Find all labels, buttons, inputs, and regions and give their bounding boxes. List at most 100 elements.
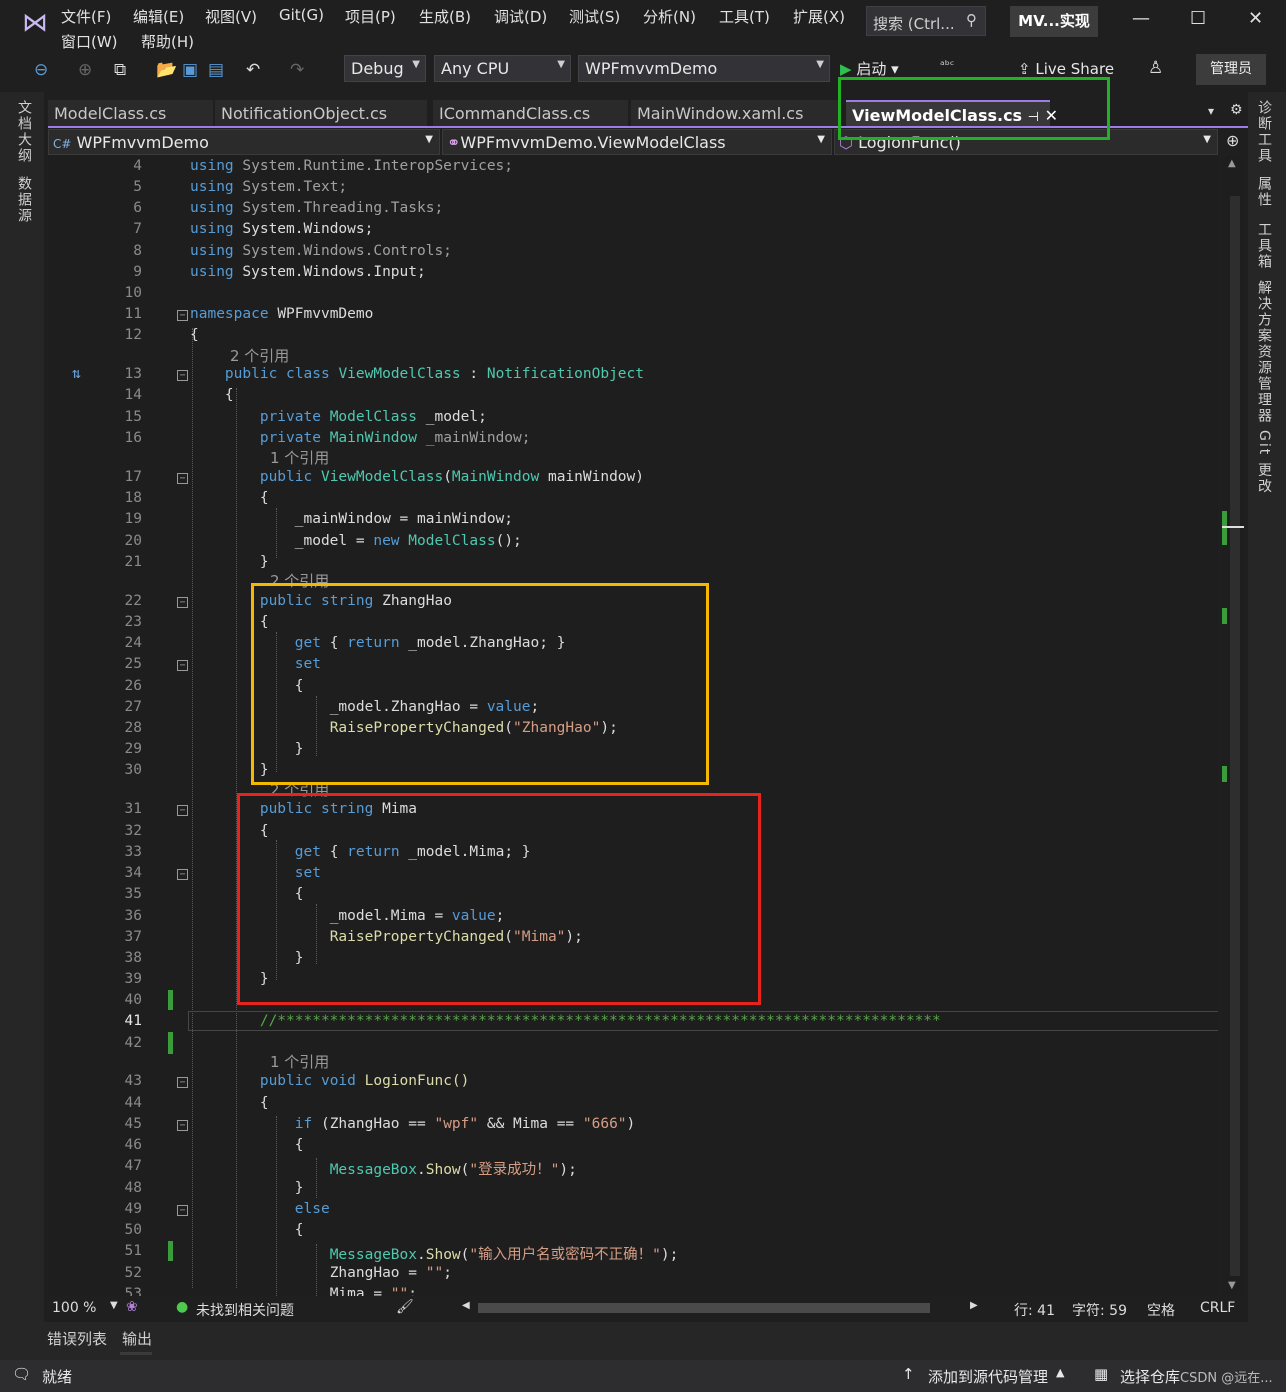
reference-count[interactable]: 2 个引用 (230, 345, 289, 366)
menu-extensions[interactable]: 扩展(X) (793, 6, 845, 27)
using-target: System.Threading.Tasks; (242, 200, 444, 216)
forward-icon[interactable]: ⊕ (78, 60, 92, 80)
issues-status[interactable]: 未找到相关问题 (196, 1300, 294, 1320)
menu-git[interactable]: Git(G) (279, 6, 324, 24)
kw-private: private (259, 430, 321, 446)
cleanup-brush-icon[interactable]: 🖌 (396, 1299, 414, 1315)
reference-count[interactable]: 1 个引用 (270, 447, 329, 468)
live-share-button[interactable]: ⇪ Live Share (1018, 60, 1114, 78)
menu-analyze[interactable]: 分析(N) (643, 6, 696, 27)
collapse-icon[interactable]: − (177, 1120, 188, 1131)
save-all-icon[interactable]: ▤ (208, 60, 224, 80)
git-changes-tab[interactable]: Git 更改 (1254, 430, 1274, 495)
line-ending-indicator[interactable]: CRLF (1200, 1300, 1235, 1316)
doc-outline-tab[interactable]: 文档大纲 (14, 100, 34, 164)
undo-icon[interactable]: ↶ (246, 60, 260, 80)
add-source-control-button[interactable]: 添加到源代码管理 (928, 1366, 1048, 1387)
collapse-icon[interactable]: − (177, 660, 188, 671)
line-indicator[interactable]: 行: 41 (1014, 1300, 1055, 1320)
select-repo-button[interactable]: 选择仓库 (1120, 1366, 1180, 1387)
menu-tools[interactable]: 工具(T) (719, 6, 770, 27)
solution-explorer-tab[interactable]: 解决方案资源管理器 (1254, 280, 1274, 424)
menu-build[interactable]: 生成(B) (419, 6, 471, 27)
collapse-icon[interactable]: − (177, 1077, 188, 1088)
properties-tab[interactable]: 属性 (1254, 176, 1274, 208)
scroll-down-icon[interactable]: ▼ (1228, 1280, 1236, 1291)
config-combo[interactable]: Debug ▼ (344, 55, 426, 82)
menu-window[interactable]: 窗口(W) (61, 31, 118, 52)
search-box[interactable]: 搜索 (Ctrl... ⚲ (866, 6, 986, 36)
menu-view[interactable]: 视图(V) (205, 6, 257, 27)
collapse-icon[interactable]: − (177, 310, 188, 321)
startup-project-combo[interactable]: WPFmvvmDemo ▼ (578, 55, 830, 82)
chevron-down-icon[interactable]: ▼ (110, 1300, 118, 1311)
horizontal-scrollbar[interactable] (478, 1303, 930, 1313)
notification-icon[interactable]: 🗨 (12, 1365, 31, 1383)
scroll-right-icon[interactable]: ▶ (970, 1300, 978, 1311)
collapse-icon[interactable]: − (177, 805, 188, 816)
scroll-left-icon[interactable]: ◀ (462, 1300, 470, 1311)
kw-public: public (259, 593, 313, 609)
method-name: LogionFunc() (364, 1073, 470, 1089)
tab-mainwindow[interactable]: MainWindow.xaml.cs (631, 100, 841, 127)
menu-debug[interactable]: 调试(D) (494, 6, 547, 27)
scroll-thumb[interactable] (1230, 196, 1240, 1276)
tab-icommandclass[interactable]: ICommandClass.cs (433, 100, 628, 127)
whitespace-indicator[interactable]: 空格 (1147, 1300, 1175, 1320)
tab-modelclass[interactable]: ModelClass.cs (48, 100, 213, 127)
feedback-icon[interactable]: ♙ (1148, 58, 1163, 78)
tab-dropdown-icon[interactable]: ▾ (1208, 104, 1214, 118)
collapse-icon[interactable]: − (177, 869, 188, 880)
close-icon[interactable]: ✕ (1248, 8, 1263, 29)
menu-help[interactable]: 帮助(H) (141, 31, 194, 52)
tab-output[interactable]: 输出 (122, 1328, 152, 1349)
editor-vertical-scrollbar[interactable]: ▲ ▼ (1222, 156, 1244, 1296)
reference-count[interactable]: 2 个引用 (270, 570, 329, 591)
save-icon[interactable]: ▣ (182, 60, 198, 80)
new-project-icon[interactable]: ⧉ (114, 60, 126, 80)
menu-edit[interactable]: 编辑(E) (133, 6, 184, 27)
kw-private: private (259, 409, 321, 425)
menu-file[interactable]: 文件(F) (61, 6, 111, 27)
platform-combo[interactable]: Any CPU ▼ (434, 55, 571, 82)
pin-icon[interactable]: ⊣ (1028, 110, 1039, 125)
tab-viewmodelclass[interactable]: ViewModelClass.cs ⊣ ✕ (846, 100, 1058, 127)
tab-notificationobject[interactable]: NotificationObject.cs (215, 100, 427, 127)
chevron-up-icon[interactable]: ▲ (1056, 1366, 1064, 1379)
minimize-icon[interactable]: — (1132, 8, 1150, 29)
back-icon[interactable]: ⊖ (34, 60, 48, 80)
nav-type-combo[interactable]: ⚭WPFmvvmDemo.ViewModelClass ▼ (442, 129, 832, 155)
collapse-icon[interactable]: − (177, 1205, 188, 1216)
reference-count[interactable]: 1 个引用 (270, 1051, 329, 1072)
menu-project[interactable]: 项目(P) (345, 6, 396, 27)
maximize-icon[interactable]: ☐ (1190, 8, 1206, 29)
settings-gear-icon[interactable]: ⚙ (1230, 102, 1243, 118)
tab-error-list[interactable]: 错误列表 (47, 1328, 107, 1349)
code-line: { (190, 490, 269, 506)
collapse-icon[interactable]: − (177, 473, 188, 484)
nav-member-combo[interactable]: ⬡ LogionFunc() ▼ (834, 129, 1218, 155)
data-sources-tab[interactable]: 数据源 (14, 176, 34, 224)
split-editor-icon[interactable]: ⊕ (1226, 131, 1239, 150)
zoom-level[interactable]: 100 % (52, 1300, 96, 1316)
diagnostics-tab[interactable]: 诊断工具 (1254, 100, 1274, 164)
toolbox-tab[interactable]: 工具箱 (1254, 222, 1274, 270)
code-line: { (190, 1137, 304, 1153)
code-editor[interactable]: ⇅ 4 5 6 7 8 9 10 11 12 13 14 15 16 17 18… (48, 156, 1218, 1296)
close-tab-icon[interactable]: ✕ (1045, 106, 1058, 125)
start-button[interactable]: ▶ 启动 ▾ (840, 58, 899, 79)
char-indicator[interactable]: 字符: 59 (1072, 1300, 1127, 1320)
open-folder-icon[interactable]: 📂 (156, 60, 177, 80)
line-number: 44 (124, 1095, 142, 1111)
menu-test[interactable]: 测试(S) (569, 6, 620, 27)
nav-project-combo[interactable]: C# WPFmvvmDemo ▼ (48, 129, 440, 155)
collapse-icon[interactable]: − (177, 370, 188, 381)
copilot-icon[interactable]: ❀ (126, 1299, 138, 1315)
implements-marker-icon[interactable]: ⇅ (72, 364, 81, 382)
line-number: 29 (124, 741, 142, 757)
spellcheck-icon[interactable]: ᵃᵇᶜ (940, 58, 954, 72)
scroll-up-icon[interactable]: ▲ (1228, 158, 1236, 169)
collapse-icon[interactable]: − (177, 597, 188, 608)
reference-count[interactable]: 2 个引用 (270, 779, 329, 800)
redo-icon[interactable]: ↷ (290, 60, 304, 80)
